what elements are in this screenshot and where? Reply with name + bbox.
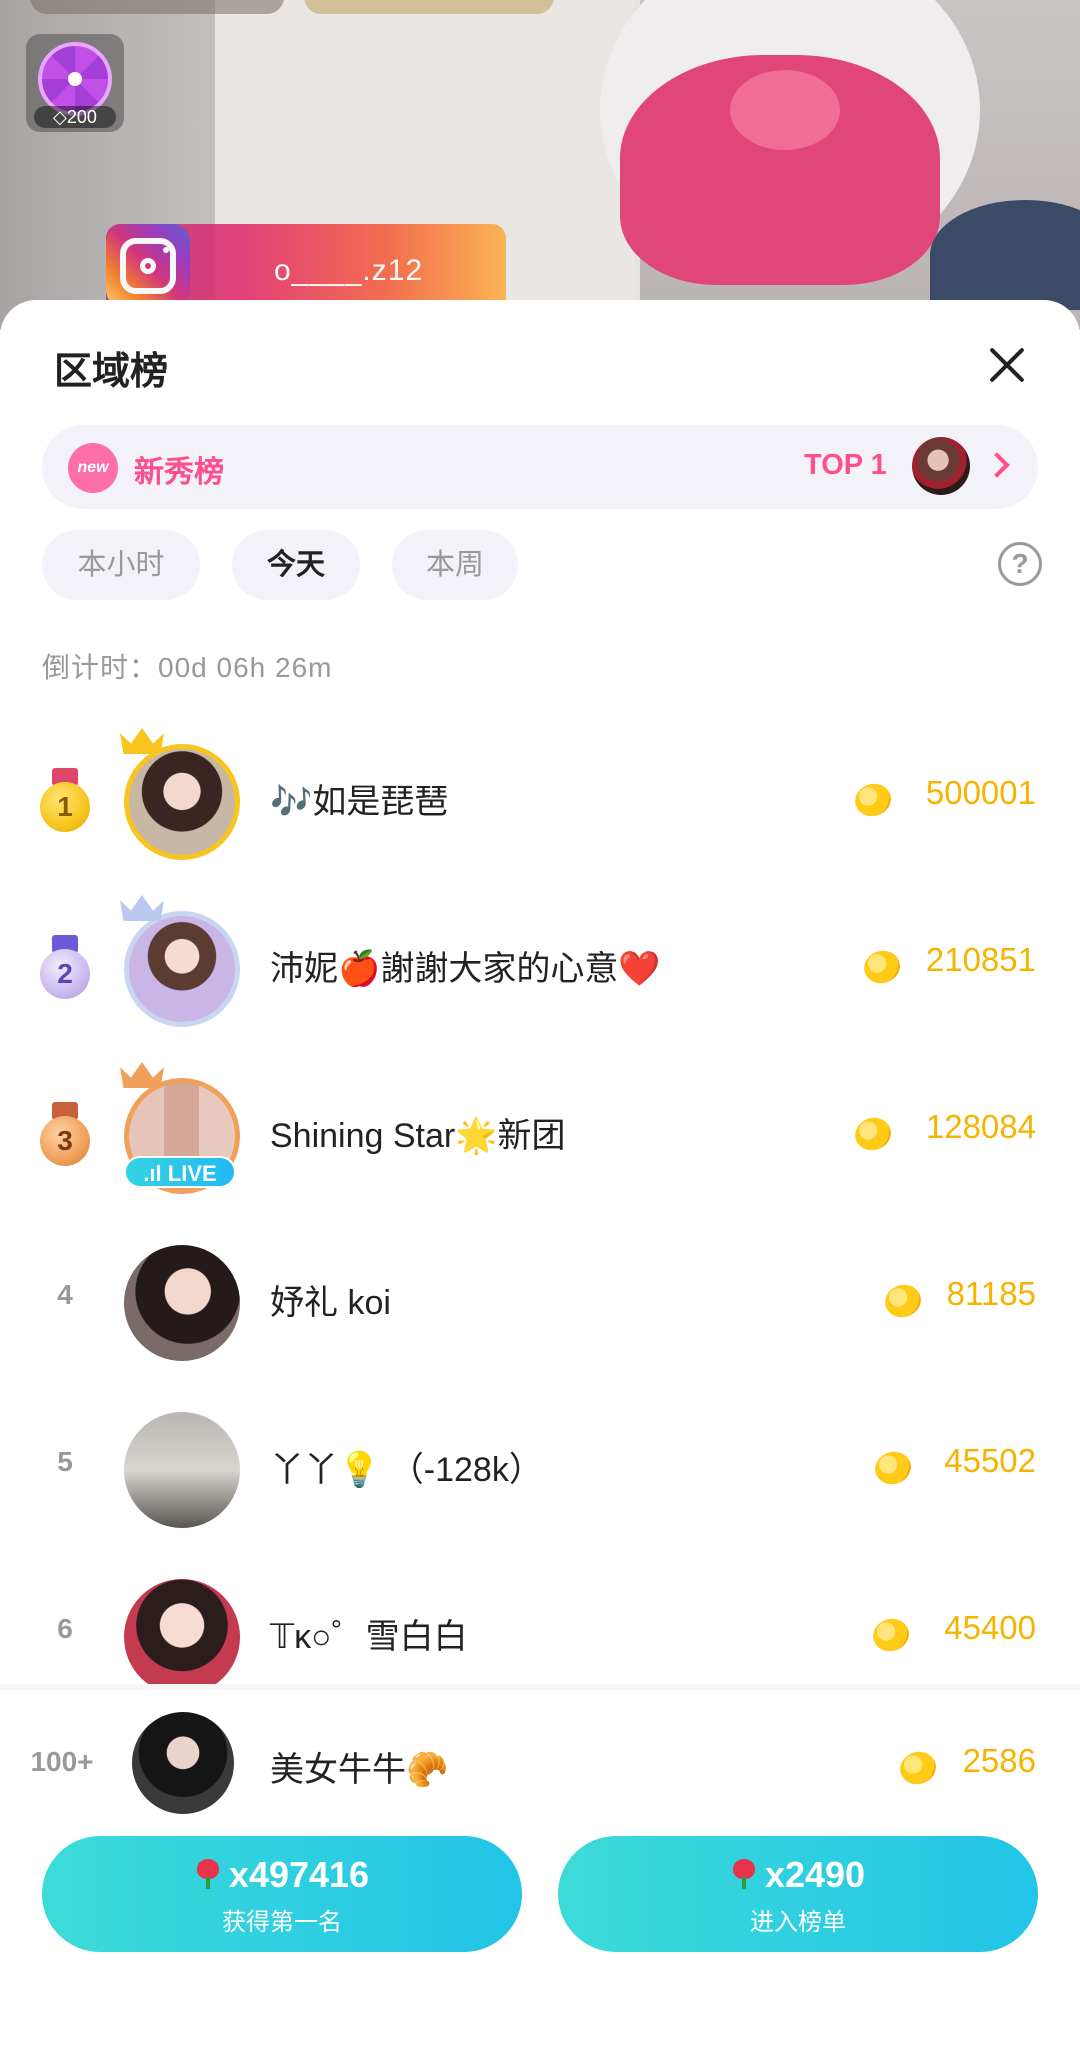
avatar-image <box>124 1579 240 1695</box>
newbie-ranking-bar[interactable]: new 新秀榜 TOP 1 <box>42 425 1038 509</box>
rank-number: 2 <box>40 949 90 999</box>
user-name: 沛妮🍎謝謝大家的心意❤️ <box>270 950 661 988</box>
top1-avatar <box>912 437 970 495</box>
wheel-center-icon <box>68 72 82 86</box>
rank-number: 5 <box>57 1446 73 1477</box>
avatar-image <box>124 1245 240 1361</box>
my-score: 2586 <box>962 1742 1036 1779</box>
gold-crown-icon <box>120 722 164 754</box>
rank-number: 1 <box>40 782 90 832</box>
top-info-pill[interactable] <box>30 0 284 14</box>
top1-label: TOP 1 <box>804 449 887 481</box>
user-avatar[interactable] <box>124 1579 240 1695</box>
rank-number: 3 <box>40 1116 90 1166</box>
user-score: 210851 <box>925 941 1036 978</box>
user-avatar[interactable] <box>124 1245 240 1361</box>
ranking-row[interactable]: 1 🎶如是琵琶 500001 <box>0 718 1080 878</box>
rose-icon <box>731 1859 757 1889</box>
ranking-row[interactable]: 5 丫丫💡 （-128k） 45502 <box>0 1386 1080 1546</box>
avatar-image <box>124 911 240 1027</box>
user-score: 45502 <box>944 1442 1036 1479</box>
coin-icon <box>880 1280 926 1322</box>
instagram-icon-lens <box>140 258 156 274</box>
avatar-image <box>124 1412 240 1528</box>
action-amount-value: x2490 <box>764 1854 866 1895</box>
user-avatar[interactable] <box>120 895 240 1027</box>
tab-this-week[interactable]: 本周 <box>392 530 518 600</box>
rose-icon <box>195 1859 221 1889</box>
my-ranking-row[interactable]: 100+ 美女牛牛🥐 2586 <box>0 1690 1080 1850</box>
crown-shape <box>120 1062 164 1088</box>
ranking-row[interactable]: 2 沛妮🍎謝謝大家的心意❤️ 210851 <box>0 885 1080 1045</box>
action-amount-value: x497416 <box>228 1854 370 1895</box>
wheel-diamond-value: 200 <box>66 107 97 127</box>
user-name: 丫丫💡 （-128k） <box>270 1451 543 1489</box>
background-hat <box>930 200 1080 310</box>
bronze-medal-icon: 3 <box>38 1102 92 1166</box>
newbie-ranking-label: 新秀榜 <box>134 456 224 489</box>
tab-today[interactable]: 今天 <box>232 530 360 600</box>
crown-shape <box>120 895 164 921</box>
my-rank-number: 100+ <box>30 1746 94 1777</box>
live-badge[interactable]: .ıl LIVE <box>124 1156 236 1188</box>
coin-icon <box>868 1614 914 1656</box>
user-score: 128084 <box>925 1108 1036 1145</box>
avatar-image <box>124 744 240 860</box>
user-avatar[interactable]: .ıl LIVE <box>120 1062 240 1194</box>
enter-ranking-button[interactable]: x2490 进入榜单 <box>558 1836 1038 1952</box>
user-avatar[interactable] <box>124 1412 240 1528</box>
my-user-name: 美女牛牛🥐 <box>270 1751 449 1789</box>
silver-crown-icon <box>120 889 164 921</box>
user-score: 500001 <box>925 774 1036 811</box>
crown-shape <box>120 728 164 754</box>
coin-icon <box>895 1747 941 1789</box>
coin-icon <box>850 1113 896 1155</box>
action-amount: x2490 <box>558 1854 1038 1896</box>
chevron-right-icon <box>984 452 1010 478</box>
tab-this-hour[interactable]: 本小时 <box>42 530 200 600</box>
rank-number: 6 <box>57 1613 73 1644</box>
user-name: 妤礼 koi <box>270 1284 391 1322</box>
close-icon[interactable] <box>976 334 1038 396</box>
live-signal-icon: .ıl <box>143 1161 168 1186</box>
user-name: 𝕋ĸ○゜雪白白 <box>270 1618 468 1656</box>
ranking-row[interactable]: 3 .ıl LIVE Shining Star🌟新团 128084 <box>0 1052 1080 1212</box>
instagram-icon-flash <box>163 247 169 253</box>
action-label: 获得第一名 <box>222 1909 342 1936</box>
instagram-handle: o____.z12 <box>274 254 424 287</box>
help-icon[interactable]: ? <box>998 542 1042 586</box>
action-label: 进入榜单 <box>750 1909 846 1936</box>
user-name: Shining Star🌟新团 <box>270 1117 566 1155</box>
instagram-icon <box>106 224 190 308</box>
top-info-pill[interactable] <box>304 0 554 14</box>
user-score: 45400 <box>944 1609 1036 1646</box>
live-label: LIVE <box>167 1161 217 1186</box>
lucky-wheel-icon <box>38 42 112 116</box>
countdown-timer: 倒计时：00d 06h 26m <box>42 652 333 683</box>
wheel-diamond-count: ◇200 <box>34 106 116 128</box>
get-first-place-button[interactable]: x497416 获得第一名 <box>42 1836 522 1952</box>
lucky-wheel-button[interactable]: ◇200 <box>26 34 124 132</box>
live-stream-background: ◇200 o____.z12 <box>0 0 1080 330</box>
coin-icon <box>850 779 896 821</box>
coin-icon <box>870 1447 916 1489</box>
ranking-row[interactable]: 4 妤礼 koi 81185 <box>0 1219 1080 1379</box>
coin-icon <box>859 946 905 988</box>
rank-number: 4 <box>57 1279 73 1310</box>
avatar-image <box>132 1712 234 1814</box>
my-avatar[interactable] <box>132 1712 234 1814</box>
action-amount: x497416 <box>42 1854 522 1896</box>
sheet-title: 区域榜 <box>54 351 169 393</box>
new-badge-icon: new <box>68 443 118 493</box>
plush-bear-face <box>730 70 840 150</box>
user-name: 🎶如是琵琶 <box>270 783 449 821</box>
instagram-icon-frame <box>120 238 176 294</box>
bronze-crown-icon <box>120 1056 164 1088</box>
silver-medal-icon: 2 <box>38 935 92 999</box>
user-avatar[interactable] <box>120 728 240 860</box>
gold-medal-icon: 1 <box>38 768 92 832</box>
regional-ranking-sheet: 区域榜 new 新秀榜 TOP 1 本小时 今天 本周 ? 倒计时：00d 06… <box>0 300 1080 2054</box>
user-score: 81185 <box>946 1275 1036 1312</box>
